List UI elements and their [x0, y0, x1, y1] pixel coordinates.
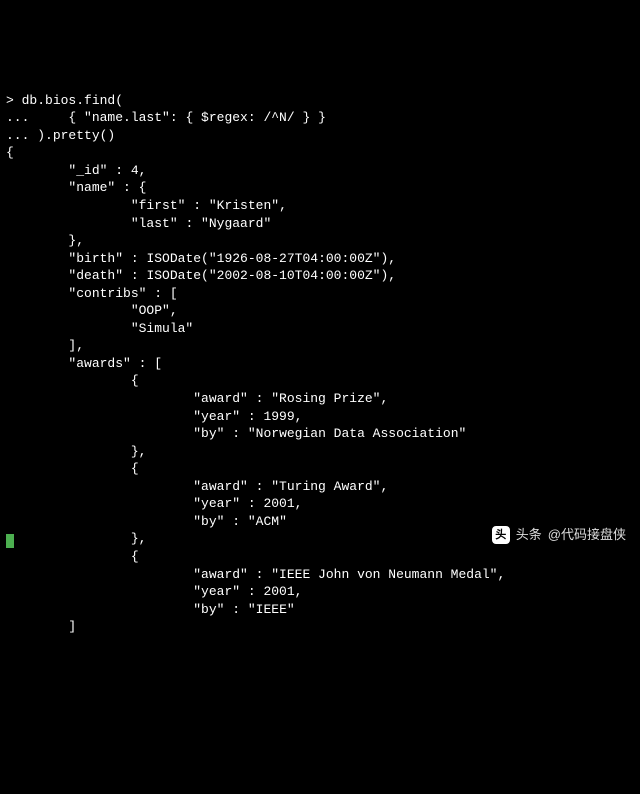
- obj-close: },: [131, 444, 147, 459]
- cursor-block: [6, 534, 14, 548]
- toutiao-icon: 头: [492, 526, 510, 544]
- terminal-output: > db.bios.find( ... { "name.last": { $re…: [6, 74, 634, 636]
- watermark-brand: 头条: [516, 526, 542, 544]
- death-key: "death": [68, 268, 123, 283]
- prompt: >: [6, 93, 22, 108]
- awards-open: [: [154, 356, 162, 371]
- award2-year: 2001: [263, 496, 294, 511]
- obj-open: {: [131, 373, 139, 388]
- name-close: }: [68, 233, 76, 248]
- last-key: "last": [131, 216, 178, 231]
- cmd-line-1: db.bios.find(: [22, 93, 123, 108]
- award1-name: "Rosing Prize": [271, 391, 380, 406]
- award1-by: "Norwegian Data Association": [248, 426, 466, 441]
- name-key: "name": [68, 180, 115, 195]
- contribs-close: ]: [68, 338, 76, 353]
- birth-key: "birth": [68, 251, 123, 266]
- cmd-line-2: { "name.last": { $regex: /^N/ } }: [37, 110, 326, 125]
- brace-open: {: [6, 145, 14, 160]
- by-key: "by": [193, 514, 224, 529]
- cmd-line-3: ).pretty(): [37, 128, 115, 143]
- award1-year: 1999: [263, 409, 294, 424]
- obj-open: {: [131, 461, 139, 476]
- watermark-handle: @代码接盘侠: [548, 526, 626, 544]
- continuation-prompt: ...: [6, 128, 37, 143]
- award-key: "award": [193, 567, 248, 582]
- obj-open: {: [131, 549, 139, 564]
- year-key: "year": [193, 584, 240, 599]
- year-key: "year": [193, 409, 240, 424]
- award2-by: "ACM": [248, 514, 287, 529]
- award3-by: "IEEE": [248, 602, 295, 617]
- continuation-prompt: ...: [6, 110, 37, 125]
- last-val: "Nygaard": [201, 216, 271, 231]
- first-key: "first": [131, 198, 186, 213]
- contrib-1: "OOP": [131, 303, 170, 318]
- by-key: "by": [193, 602, 224, 617]
- award2-name: "Turing Award": [271, 479, 380, 494]
- first-val: "Kristen": [209, 198, 279, 213]
- contribs-key: "contribs": [68, 286, 146, 301]
- watermark: 头 头条 @代码接盘侠: [492, 526, 626, 544]
- award3-year: 2001: [263, 584, 294, 599]
- death-val: ISODate("2002-08-10T04:00:00Z"): [146, 268, 388, 283]
- contribs-open: [: [170, 286, 178, 301]
- award3-name: "IEEE John von Neumann Medal": [271, 567, 497, 582]
- awards-close: ]: [68, 619, 76, 634]
- year-key: "year": [193, 496, 240, 511]
- by-key: "by": [193, 426, 224, 441]
- award-key: "award": [193, 479, 248, 494]
- contrib-2: "Simula": [131, 321, 193, 336]
- awards-key: "awards": [68, 356, 130, 371]
- obj-close: },: [131, 531, 147, 546]
- id-key: "_id": [68, 163, 107, 178]
- id-val: 4: [131, 163, 139, 178]
- birth-val: ISODate("1926-08-27T04:00:00Z"): [146, 251, 388, 266]
- award-key: "award": [193, 391, 248, 406]
- name-open: {: [139, 180, 147, 195]
